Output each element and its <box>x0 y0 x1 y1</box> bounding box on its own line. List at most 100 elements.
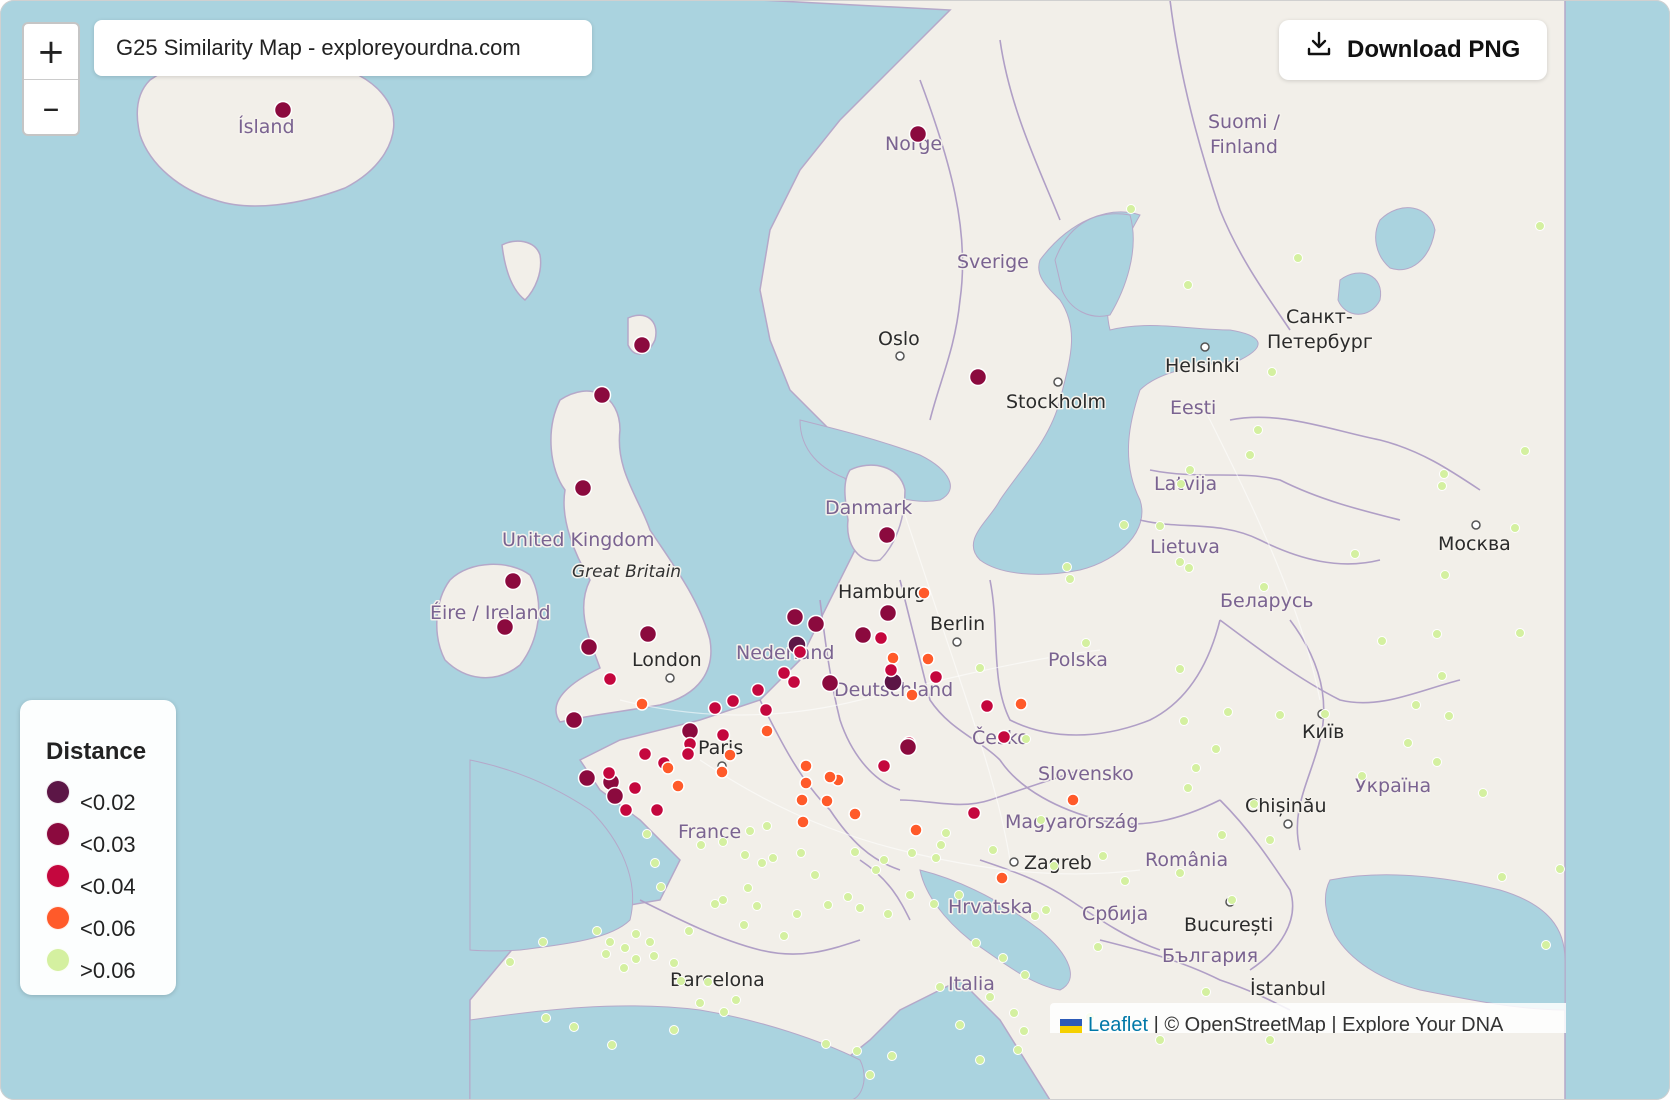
similarity-point[interactable] <box>1357 771 1367 781</box>
similarity-point[interactable] <box>979 698 995 714</box>
similarity-point[interactable] <box>955 1020 965 1030</box>
similarity-point[interactable] <box>579 637 599 657</box>
similarity-point[interactable] <box>592 385 612 405</box>
similarity-point[interactable] <box>928 669 944 685</box>
similarity-point[interactable] <box>792 909 802 919</box>
similarity-point[interactable] <box>715 727 731 743</box>
similarity-point[interactable] <box>1265 835 1275 845</box>
similarity-point[interactable] <box>1175 664 1185 674</box>
similarity-point[interactable] <box>796 848 806 858</box>
similarity-point[interactable] <box>631 929 641 939</box>
similarity-point[interactable] <box>1066 793 1080 807</box>
similarity-point[interactable] <box>1403 738 1413 748</box>
similarity-point[interactable] <box>1183 280 1193 290</box>
similarity-point[interactable] <box>607 1040 617 1050</box>
download-png-button[interactable]: Download PNG <box>1279 20 1547 80</box>
similarity-point[interactable] <box>631 954 641 964</box>
similarity-point[interactable] <box>1041 905 1051 915</box>
similarity-point[interactable] <box>877 525 897 545</box>
similarity-point[interactable] <box>723 748 737 762</box>
similarity-point[interactable] <box>1020 970 1030 980</box>
similarity-point[interactable] <box>917 586 931 600</box>
map-container[interactable]: Ísland Norge Suomi / Finland Sverige Osl… <box>0 0 1670 1100</box>
similarity-point[interactable] <box>1444 711 1454 721</box>
similarity-point[interactable] <box>1253 425 1263 435</box>
similarity-point[interactable] <box>1259 582 1269 592</box>
similarity-point[interactable] <box>1019 1026 1029 1036</box>
similarity-point[interactable] <box>823 770 837 784</box>
similarity-point[interactable] <box>752 901 762 911</box>
similarity-point[interactable] <box>1126 204 1136 214</box>
similarity-point[interactable] <box>1249 799 1259 809</box>
similarity-point[interactable] <box>649 802 665 818</box>
similarity-point[interactable] <box>619 963 629 973</box>
similarity-point[interactable] <box>1439 469 1449 479</box>
similarity-point[interactable] <box>879 855 889 865</box>
similarity-point[interactable] <box>909 823 923 837</box>
similarity-point[interactable] <box>743 883 753 893</box>
similarity-point[interactable] <box>1320 709 1330 719</box>
similarity-point[interactable] <box>725 693 741 709</box>
similarity-point[interactable] <box>968 367 988 387</box>
similarity-point[interactable] <box>883 909 893 919</box>
similarity-point[interactable] <box>1437 671 1447 681</box>
similarity-point[interactable] <box>1267 367 1277 377</box>
similarity-point[interactable] <box>1013 1045 1023 1055</box>
similarity-point[interactable] <box>1184 563 1194 573</box>
similarity-point[interactable] <box>1211 744 1221 754</box>
similarity-point[interactable] <box>995 871 1009 885</box>
similarity-point[interactable] <box>1437 481 1447 491</box>
similarity-point[interactable] <box>921 652 935 666</box>
similarity-point[interactable] <box>1432 629 1442 639</box>
similarity-point[interactable] <box>605 937 615 947</box>
similarity-point[interactable] <box>592 926 602 936</box>
similarity-point[interactable] <box>495 617 515 637</box>
similarity-point[interactable] <box>887 1051 897 1061</box>
similarity-point[interactable] <box>573 478 593 498</box>
similarity-point[interactable] <box>905 688 919 702</box>
similarity-point[interactable] <box>719 1007 729 1017</box>
similarity-point[interactable] <box>627 780 643 796</box>
similarity-point[interactable] <box>905 890 915 900</box>
similarity-point[interactable] <box>1432 757 1442 767</box>
similarity-point[interactable] <box>1350 549 1360 559</box>
similarity-point[interactable] <box>642 829 652 839</box>
similarity-point[interactable] <box>564 710 584 730</box>
similarity-point[interactable] <box>538 937 548 947</box>
similarity-point[interactable] <box>1411 700 1421 710</box>
similarity-point[interactable] <box>1175 557 1185 567</box>
similarity-point[interactable] <box>762 821 772 831</box>
similarity-point[interactable] <box>1245 450 1255 460</box>
similarity-point[interactable] <box>1155 521 1165 531</box>
similarity-point[interactable] <box>1478 788 1488 798</box>
similarity-point[interactable] <box>996 729 1012 745</box>
similarity-point[interactable] <box>799 759 813 773</box>
similarity-point[interactable] <box>715 765 729 779</box>
similarity-point[interactable] <box>680 746 696 762</box>
similarity-point[interactable] <box>1377 636 1387 646</box>
similarity-point[interactable] <box>850 847 860 857</box>
similarity-point[interactable] <box>632 335 652 355</box>
similarity-point[interactable] <box>871 865 881 875</box>
similarity-point[interactable] <box>757 858 767 868</box>
similarity-point[interactable] <box>848 807 862 821</box>
similarity-point[interactable] <box>796 815 810 829</box>
similarity-point[interactable] <box>1520 446 1530 456</box>
similarity-point[interactable] <box>779 931 789 941</box>
zoom-in-button[interactable]: + <box>24 24 78 80</box>
similarity-point[interactable] <box>1049 861 1059 871</box>
similarity-point[interactable] <box>1497 872 1507 882</box>
similarity-point[interactable] <box>645 937 655 947</box>
similarity-point[interactable] <box>1120 876 1130 886</box>
similarity-point[interactable] <box>936 840 946 850</box>
similarity-point[interactable] <box>684 926 694 936</box>
similarity-point[interactable] <box>620 943 630 953</box>
similarity-point[interactable] <box>878 603 898 623</box>
similarity-point[interactable] <box>898 737 918 757</box>
similarity-point[interactable] <box>1176 479 1186 489</box>
similarity-point[interactable] <box>601 765 617 781</box>
similarity-point[interactable] <box>1065 574 1075 584</box>
similarity-point[interactable] <box>1093 942 1103 952</box>
similarity-point[interactable] <box>739 920 749 930</box>
similarity-point[interactable] <box>669 958 679 968</box>
